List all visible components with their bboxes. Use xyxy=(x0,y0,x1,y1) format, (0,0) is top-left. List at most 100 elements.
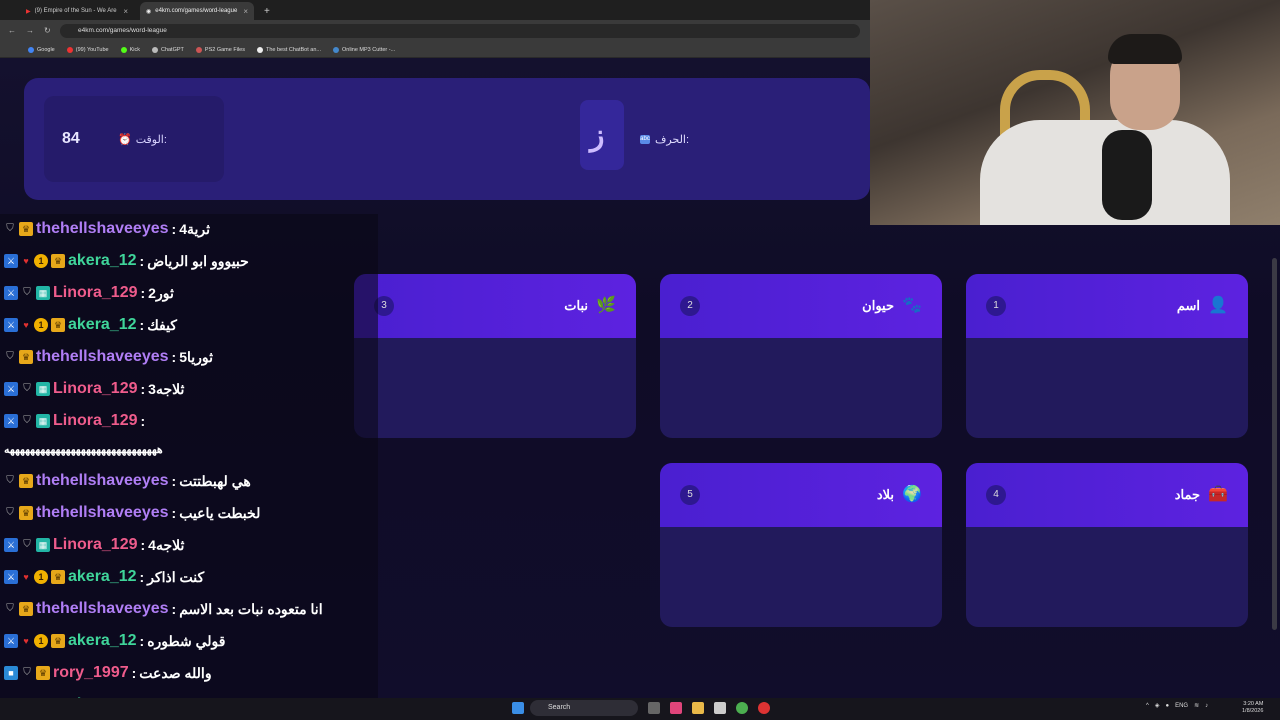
bookmark-ps2[interactable]: PS2 Game Files xyxy=(195,46,245,53)
copilot-icon[interactable] xyxy=(670,702,682,714)
chat-username[interactable]: thehellshaveeyes xyxy=(36,504,169,522)
chat-username[interactable]: akera_12 xyxy=(68,252,137,270)
chat-text: هي لهبطتتت xyxy=(179,472,251,489)
bookmark-chatgpt[interactable]: ChatGPT xyxy=(151,46,184,53)
back-icon[interactable]: ← xyxy=(8,26,16,35)
reload-icon[interactable]: ↻ xyxy=(44,26,51,35)
bookmark-mp3-cutter[interactable]: Online MP3 Cutter -... xyxy=(333,46,395,53)
chat-username[interactable]: akera_12 xyxy=(68,316,137,334)
chat-message: ⚔ ⛉ ▦ Linora_129: xyxy=(4,410,145,432)
bookmark-youtube[interactable]: (99) YouTube xyxy=(66,46,109,53)
crown-badge-icon: ♛ xyxy=(51,634,65,648)
shield-badge-icon: ⛉ xyxy=(6,507,14,518)
category-card-name[interactable]: 1 اسم 👤 xyxy=(966,274,1248,438)
windows-start-icon[interactable] xyxy=(512,702,524,714)
file-explorer-icon[interactable] xyxy=(692,702,704,714)
one-month-badge-icon: 1 xyxy=(34,634,48,648)
chat-text: انا متعوده نبات بعد الاسم xyxy=(179,600,323,617)
close-icon[interactable]: × xyxy=(123,7,128,16)
chat-text: ثرية4 xyxy=(179,220,211,237)
webcam-feed xyxy=(870,0,1280,225)
shield-badge-icon: ⛉ xyxy=(6,603,14,614)
tab-youtube[interactable]: ▶ (9) Empire of the Sun - We Are × xyxy=(20,2,134,20)
person-icon: 👤 xyxy=(1208,297,1228,314)
category-card-object[interactable]: 4 جماد 🧰 xyxy=(966,463,1248,627)
browser-tab-bar: ▶ (9) Empire of the Sun - We Are × ◉ e4k… xyxy=(0,0,870,20)
chat-username[interactable]: Linora_129 xyxy=(53,412,137,430)
chat-username[interactable]: Linora_129 xyxy=(53,380,137,398)
chat-separator: : xyxy=(140,537,146,553)
sword-badge-icon: ⚔ xyxy=(4,414,18,428)
heart-badge-icon: ♥ xyxy=(23,636,29,646)
chat-text: لخبطت ياعيب xyxy=(179,504,261,521)
chat-username[interactable]: thehellshaveeyes xyxy=(36,348,169,366)
store-icon[interactable] xyxy=(714,702,726,714)
category-card-plant[interactable]: 3 نبات 🌿 xyxy=(354,274,636,438)
page-scrollbar[interactable] xyxy=(1272,258,1277,630)
chat-username[interactable]: Linora_129 xyxy=(53,536,137,554)
chat-username[interactable]: thehellshaveeyes xyxy=(36,472,169,490)
sword-badge-icon: ⚔ xyxy=(4,570,18,584)
chat-text: كنت اذاكر xyxy=(147,568,205,585)
chat-message: ⚔ ⛉ ▦ Linora_129: ثلاجه3 xyxy=(4,378,184,400)
forward-icon[interactable]: → xyxy=(26,26,34,35)
volume-icon[interactable]: ♪ xyxy=(1205,703,1208,709)
chat-text: حبيووو ابو الرياض xyxy=(147,252,249,269)
mic-icon[interactable]: ● xyxy=(1165,703,1169,709)
category-card-animal[interactable]: 2 حيوان 🐾 xyxy=(660,274,942,438)
network-icon[interactable]: ◈ xyxy=(1155,702,1160,709)
chat-message: ⚔ ⛉ ▦ Linora_129: ثلاجه4 xyxy=(4,534,184,556)
sword-badge-icon: ⚔ xyxy=(4,634,18,648)
taskbar-clock[interactable]: 3:20 AM 1/8/2026 xyxy=(1242,701,1263,715)
bookmark-chatbot[interactable]: The best ChatBot an... xyxy=(256,46,321,53)
language-indicator[interactable]: ENG xyxy=(1175,703,1188,709)
obs-icon[interactable] xyxy=(758,702,770,714)
chat-separator: : xyxy=(139,569,145,585)
toolbox-icon: 🧰 xyxy=(1208,486,1228,503)
letter-label: abc الحرف: xyxy=(640,134,690,146)
crown-badge-icon: ♛ xyxy=(51,570,65,584)
close-icon[interactable]: × xyxy=(243,7,248,16)
chat-username[interactable]: thehellshaveeyes xyxy=(36,220,169,238)
chat-username[interactable]: akera_12 xyxy=(68,568,137,586)
shield-badge-icon: ⛉ xyxy=(6,475,14,486)
chat-message: ■ ⛉ ♛ rory_1997: والله صدعت xyxy=(4,662,212,684)
chrome-icon[interactable] xyxy=(736,702,748,714)
bookmark-google[interactable]: Google xyxy=(28,46,55,53)
url-input[interactable]: e4km.com/games/word-league xyxy=(60,24,860,38)
shield-badge-icon: ⛉ xyxy=(23,539,31,550)
chat-message: ⛉ ♛ thehellshaveeyes: ثوريا5 xyxy=(4,346,213,368)
taskbar-search[interactable]: Search xyxy=(530,700,638,716)
card-title: اسم xyxy=(1176,298,1200,313)
card-title: حيوان xyxy=(862,298,894,313)
paw-icon: 🐾 xyxy=(902,297,922,314)
chat-separator: : xyxy=(140,381,146,397)
card-number: 1 xyxy=(986,296,1006,316)
tab-word-league[interactable]: ◉ e4km.com/games/word-league × xyxy=(140,2,254,20)
chat-username[interactable]: akera_12 xyxy=(68,632,137,650)
new-tab-button[interactable]: + xyxy=(258,2,272,20)
chat-message: ههههههههههههههههههههههههههههههه xyxy=(4,438,163,460)
sword-badge-icon: ⚔ xyxy=(4,286,18,300)
chevron-up-icon[interactable]: ^ xyxy=(1146,703,1149,709)
card-number: 4 xyxy=(986,485,1006,505)
chat-username[interactable]: Linora_129 xyxy=(53,284,137,302)
bookmark-kick[interactable]: Kick xyxy=(120,46,140,53)
chat-message: ⛉ ♛ thehellshaveeyes: لخبطت ياعيب xyxy=(4,502,260,524)
sword-badge-icon: ⚔ xyxy=(4,538,18,552)
microphone xyxy=(1102,130,1152,220)
chat-separator: : xyxy=(140,413,146,429)
chat-separator: : xyxy=(171,349,177,365)
task-view-icon[interactable] xyxy=(648,702,660,714)
chat-text: ثور2 xyxy=(148,284,174,301)
search-label: Search xyxy=(548,704,571,711)
category-card-country[interactable]: 5 بلاد 🌍 xyxy=(660,463,942,627)
tab-title: e4km.com/games/word-league xyxy=(155,8,238,14)
wifi-icon[interactable]: ≋ xyxy=(1194,702,1199,709)
chatbot-icon xyxy=(256,46,263,53)
chat-message: ⚔ ♥ 1 ♛ akera_12: قولي شطوره xyxy=(4,630,225,652)
globe-icon: 🌍 xyxy=(902,486,922,503)
sword-badge-icon: ⚔ xyxy=(4,254,18,268)
chat-username[interactable]: rory_1997 xyxy=(53,664,129,682)
chat-username[interactable]: thehellshaveeyes xyxy=(36,600,169,618)
